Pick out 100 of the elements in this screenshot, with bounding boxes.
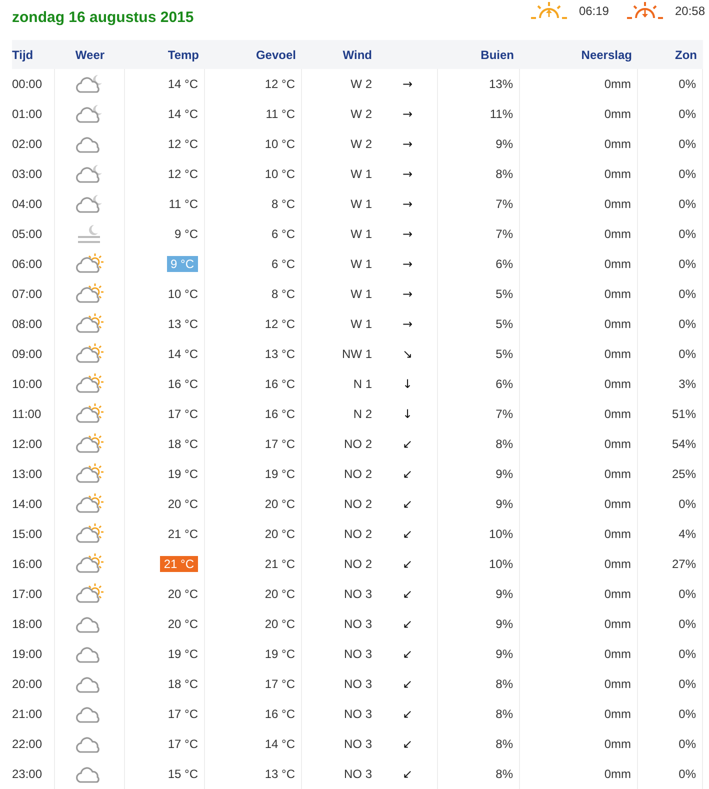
wind-direction-arrow: ↘ xyxy=(402,346,413,363)
temperature-cell: 16 °C xyxy=(168,376,198,392)
precipitation-cell-text: 0mm xyxy=(604,256,631,273)
precipitation-cell-text: 0mm xyxy=(604,466,631,483)
sunshine-cell-text: 0% xyxy=(678,136,696,153)
wind-direction-arrow: → xyxy=(402,106,413,123)
temperature-cell: 13 °C xyxy=(168,316,198,332)
wind-cell-text: W 2 xyxy=(350,106,372,123)
rain-chance-cell-text: 8% xyxy=(496,166,513,183)
temperature-cell: 9 °C xyxy=(174,226,198,242)
rain-chance-cell-text: 9% xyxy=(496,646,513,663)
time-cell-text: 14:00 xyxy=(12,496,42,513)
time-cell-text: 05:00 xyxy=(12,226,42,243)
column-header: Buien xyxy=(480,46,514,64)
rain-chance-cell-text: 7% xyxy=(496,406,513,423)
precipitation-cell-text: 0mm xyxy=(604,436,631,453)
wind-direction-arrow: → xyxy=(402,316,413,333)
time-cell-text: 17:00 xyxy=(12,586,42,603)
wind-direction-arrow: → xyxy=(402,256,413,273)
temperature-cell: 11 °C xyxy=(168,196,198,212)
temperature-cell: 15 °C xyxy=(168,766,198,782)
temperature-cell: 17 °C xyxy=(168,736,198,752)
sunset-icon xyxy=(626,1,663,21)
precipitation-cell-text: 0mm xyxy=(604,646,631,663)
feels-like-cell-text: 17 °C xyxy=(264,436,295,453)
precipitation-cell-text: 0mm xyxy=(604,106,631,123)
precipitation-cell-text: 0mm xyxy=(604,376,631,393)
time-cell-text: 08:00 xyxy=(12,316,42,333)
feels-like-cell-text: 12 °C xyxy=(264,316,295,333)
rain-chance-cell-text: 9% xyxy=(496,466,513,483)
temperature-cell: 14 °C xyxy=(168,346,198,362)
temperature-cell: 20 °C xyxy=(168,586,198,602)
wind-cell-text: W 1 xyxy=(350,166,372,183)
rain-chance-cell-text: 9% xyxy=(496,496,513,513)
feels-like-cell-text: 16 °C xyxy=(264,706,295,723)
wind-cell-text: W 1 xyxy=(350,286,372,303)
sunshine-cell-text: 0% xyxy=(678,496,696,513)
wind-cell-text: W 1 xyxy=(350,226,372,243)
cloud-sun-icon xyxy=(74,372,106,396)
time-cell-text: 21:00 xyxy=(12,706,42,723)
rain-chance-cell-text: 7% xyxy=(496,226,513,243)
cloud-sun-icon xyxy=(74,252,106,276)
time-cell-text: 06:00 xyxy=(12,256,42,273)
rain-chance-cell-text: 8% xyxy=(496,676,513,693)
wind-direction-arrow: ↙ xyxy=(402,646,413,663)
sunshine-cell-text: 0% xyxy=(678,676,696,693)
rain-chance-cell-text: 9% xyxy=(496,586,513,603)
wind-cell-text: W 2 xyxy=(350,76,372,93)
sunshine-cell-text: 25% xyxy=(672,466,696,483)
feels-like-cell-text: 8 °C xyxy=(272,196,295,213)
sunshine-cell-text: 0% xyxy=(678,766,696,783)
wind-direction-arrow: ↓ xyxy=(402,376,413,393)
precipitation-cell-text: 0mm xyxy=(604,346,631,363)
wind-cell-text: W 1 xyxy=(350,316,372,333)
time-cell-text: 20:00 xyxy=(12,676,42,693)
rain-chance-cell-text: 13% xyxy=(488,76,513,93)
sunshine-cell-text: 0% xyxy=(678,286,696,303)
time-cell-text: 11:00 xyxy=(12,406,42,423)
feels-like-cell-text: 19 °C xyxy=(264,466,295,483)
wind-cell-text: NO 3 xyxy=(344,676,372,693)
rain-chance-cell-text: 8% xyxy=(496,736,513,753)
wind-direction-arrow: ↙ xyxy=(402,496,413,513)
temperature-cell: 14 °C xyxy=(168,106,198,122)
sunshine-cell-text: 0% xyxy=(678,196,696,213)
wind-cell-text: W 2 xyxy=(350,136,372,153)
wind-direction-arrow: ↙ xyxy=(402,466,413,483)
rain-chance-cell-text: 8% xyxy=(496,436,513,453)
wind-direction-arrow: ↓ xyxy=(402,406,413,423)
rain-chance-cell-text: 6% xyxy=(496,376,513,393)
cloud-sun-icon xyxy=(74,432,106,456)
column-header: Temp xyxy=(168,46,199,64)
rain-chance-cell-text: 11% xyxy=(490,106,513,123)
wind-direction-arrow: ↙ xyxy=(402,586,413,603)
sunshine-cell-text: 0% xyxy=(678,256,696,273)
temperature-cell: 21 °C xyxy=(168,526,198,542)
precipitation-cell-text: 0mm xyxy=(604,766,631,783)
sunshine-cell-text: 0% xyxy=(678,346,696,363)
feels-like-cell-text: 16 °C xyxy=(264,376,295,393)
date-title: zondag 16 augustus 2015 xyxy=(12,8,194,28)
wind-cell-text: N 1 xyxy=(353,376,372,393)
sunshine-cell-text: 0% xyxy=(678,646,696,663)
wind-cell-text: NO 2 xyxy=(344,466,372,483)
precipitation-cell-text: 0mm xyxy=(604,406,631,423)
wind-direction-arrow: ↙ xyxy=(402,706,413,723)
precipitation-cell-text: 0mm xyxy=(604,676,631,693)
feels-like-cell-text: 20 °C xyxy=(264,586,295,603)
cloud-sun-icon xyxy=(74,342,106,366)
precipitation-cell-text: 0mm xyxy=(604,526,631,543)
wind-cell-text: NO 3 xyxy=(344,736,372,753)
sunshine-cell-text: 0% xyxy=(678,226,696,243)
wind-direction-arrow: ↙ xyxy=(402,526,413,543)
temperature-cell: 9 °C xyxy=(166,256,198,272)
time-cell-text: 00:00 xyxy=(12,76,42,93)
time-cell-text: 16:00 xyxy=(12,556,42,573)
time-cell-text: 19:00 xyxy=(12,646,42,663)
sunrise-icon xyxy=(530,1,567,21)
wind-cell-text: N 2 xyxy=(353,406,372,423)
feels-like-cell-text: 13 °C xyxy=(264,766,295,783)
feels-like-cell-text: 10 °C xyxy=(264,136,295,153)
wind-direction-arrow: ↙ xyxy=(402,676,413,693)
